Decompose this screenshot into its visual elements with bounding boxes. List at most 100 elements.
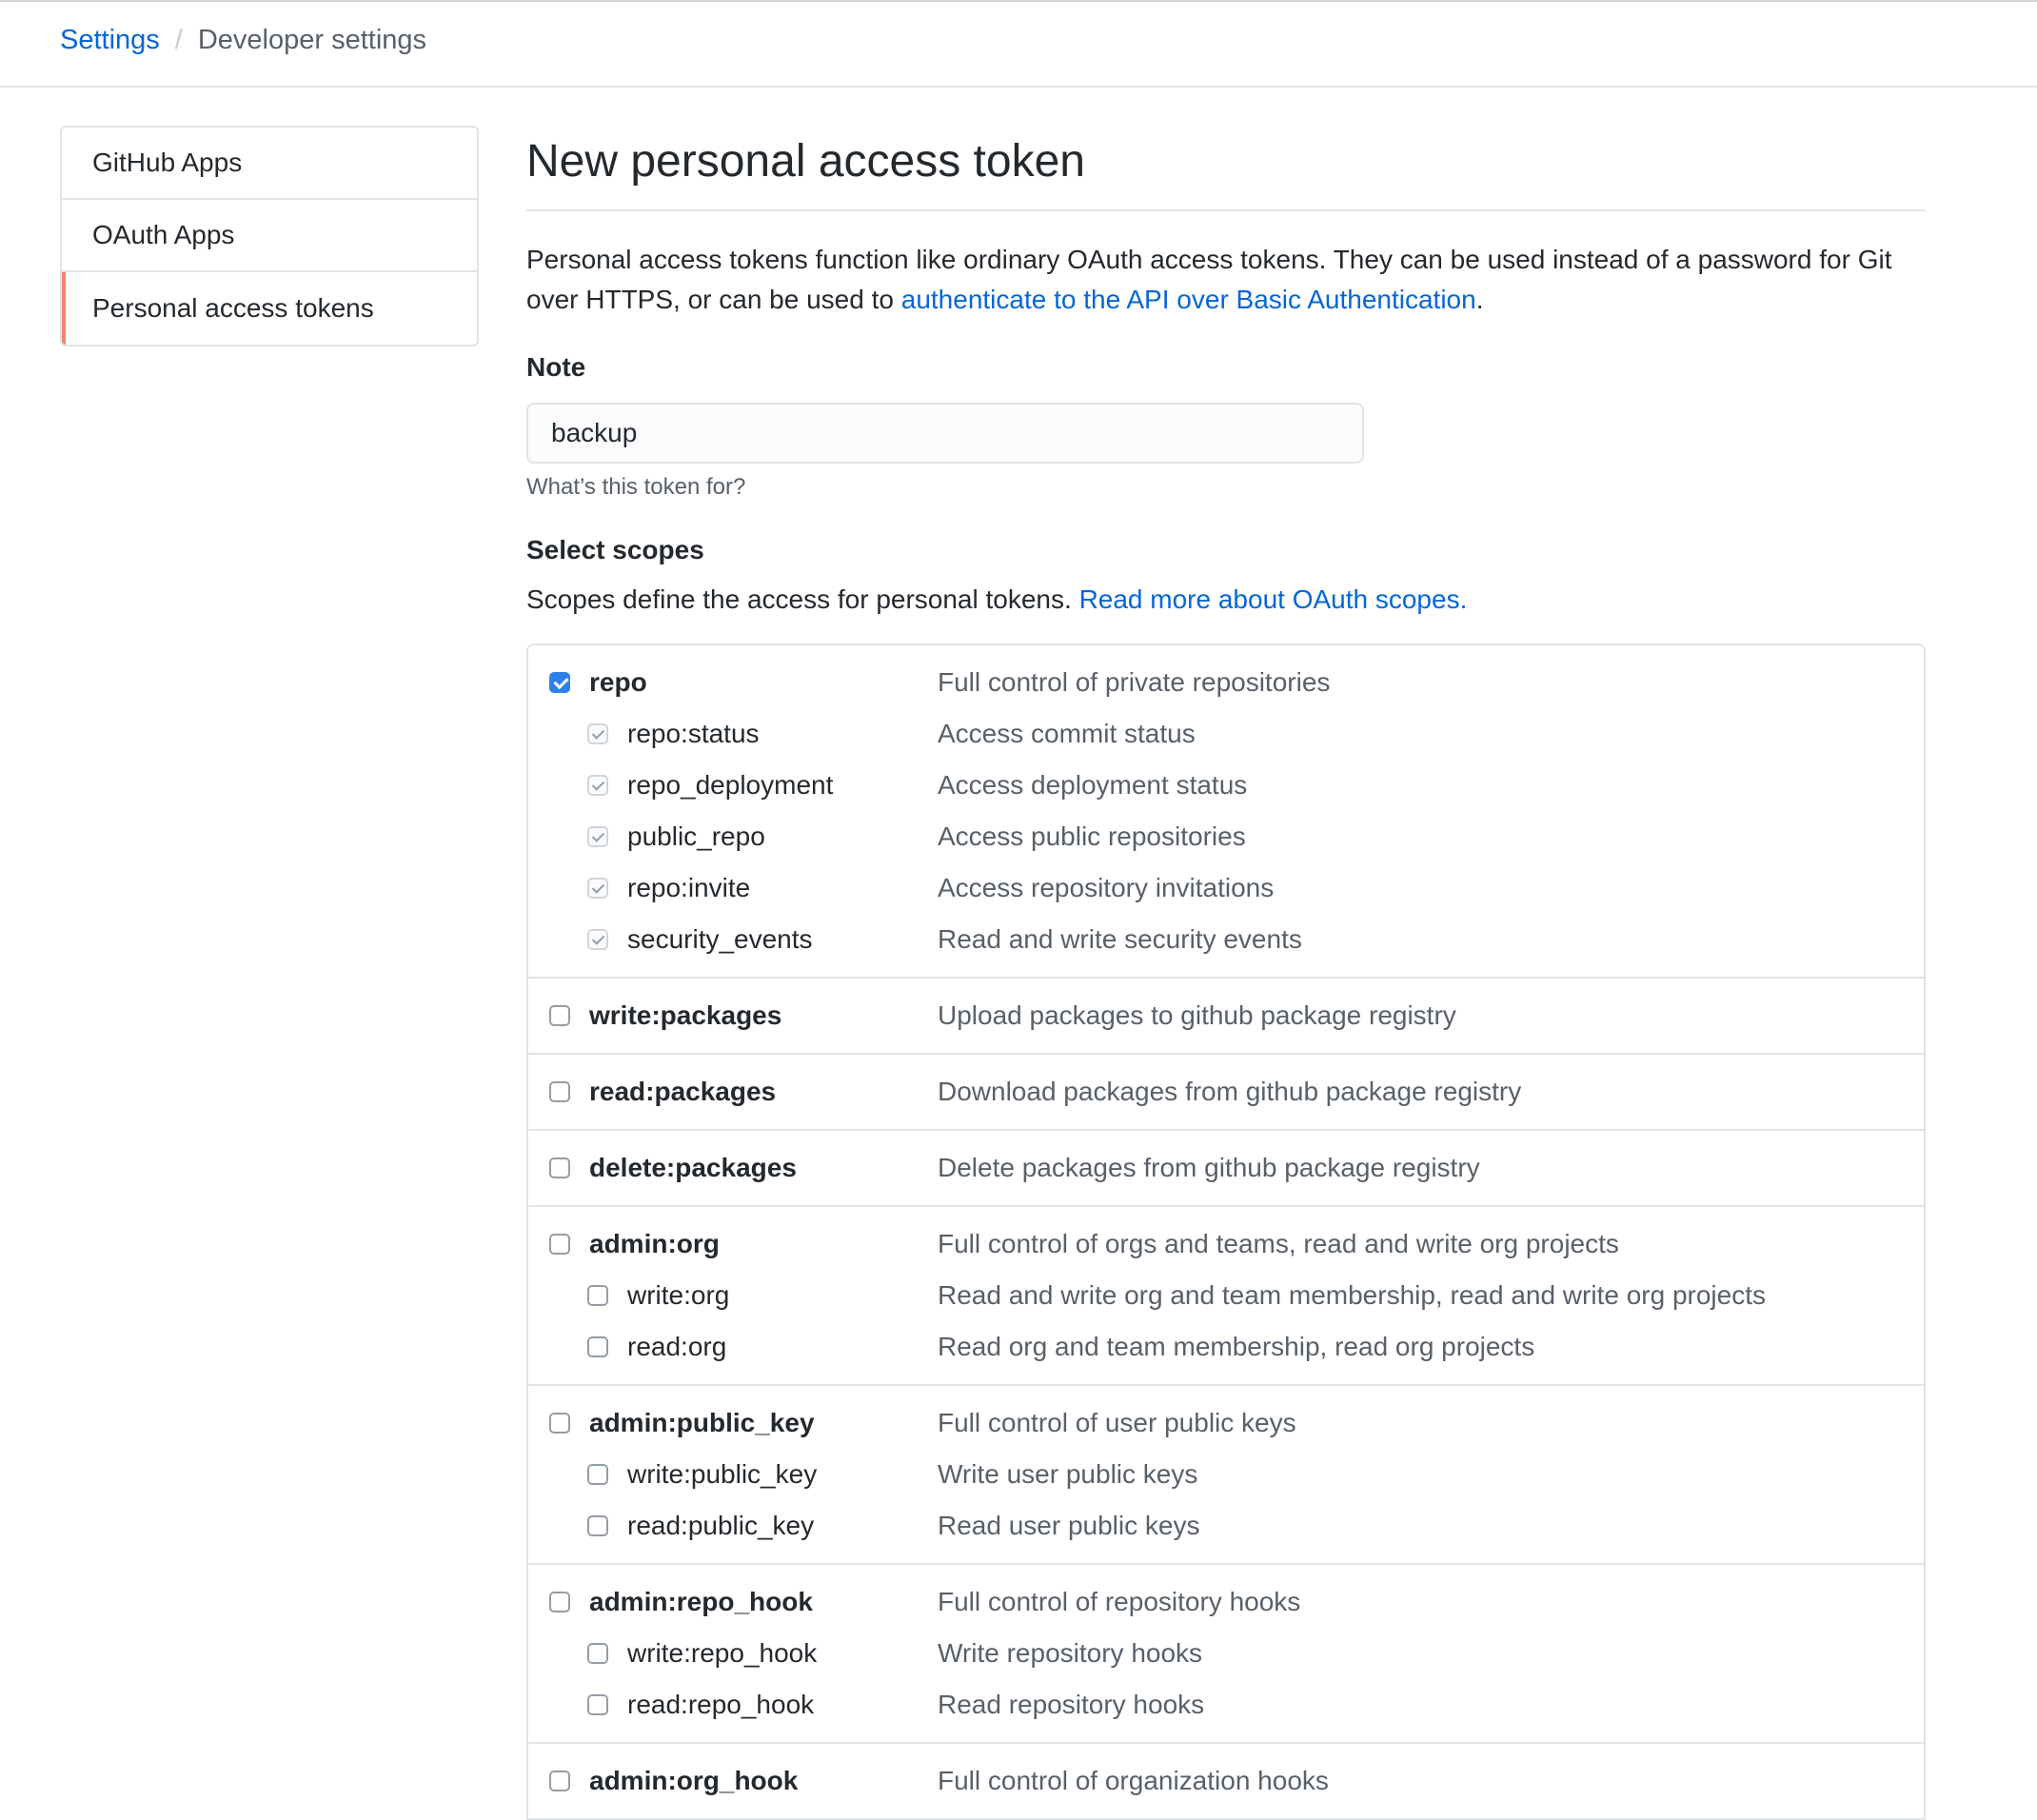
scope-name: read:repo_hook bbox=[627, 1690, 815, 1719]
scope-description: Full control of user public keys bbox=[938, 1408, 1296, 1437]
scope-checkbox[interactable] bbox=[587, 929, 608, 950]
scope-row: repo Full control of private repositories bbox=[528, 657, 1924, 708]
sidebar-item-label: OAuth Apps bbox=[92, 220, 235, 249]
scope-row: read:public_key Read user public keys bbox=[528, 1500, 1924, 1552]
scope-description: Upload packages to github package regist… bbox=[938, 1000, 1456, 1030]
scope-row: admin:org_hook Full control of organizati… bbox=[528, 1755, 1924, 1807]
scope-description: Write user public keys bbox=[938, 1459, 1198, 1489]
scope-row: admin:org Full control of orgs and teams,… bbox=[528, 1218, 1924, 1270]
sidebar-item-label: GitHub Apps bbox=[92, 148, 243, 177]
scope-row: read:repo_hook Read repository hooks bbox=[528, 1679, 1924, 1731]
scope-group: admin:public_key Full control of user pub… bbox=[528, 1386, 1924, 1565]
sidebar-item-oauth-apps[interactable]: OAuth Apps bbox=[62, 200, 477, 272]
scope-checkbox[interactable] bbox=[549, 1234, 570, 1255]
scope-row: write:org Read and write org and team mem… bbox=[528, 1270, 1924, 1321]
scope-checkbox[interactable] bbox=[587, 723, 608, 744]
breadcrumb: Settings / Developer settings bbox=[60, 19, 426, 61]
scope-description: Access repository invitations bbox=[938, 873, 1275, 902]
scope-name: repo_deployment bbox=[627, 770, 834, 800]
note-input[interactable] bbox=[526, 403, 1364, 464]
scope-checkbox[interactable] bbox=[549, 1005, 570, 1026]
breadcrumb-current: Developer settings bbox=[197, 25, 427, 55]
note-label: Note bbox=[526, 352, 586, 382]
scope-row: repo:invite Access repository invitations bbox=[528, 862, 1924, 914]
scope-group: admin:org_hook Full control of organizati… bbox=[528, 1744, 1924, 1820]
scope-checkbox[interactable] bbox=[549, 1771, 570, 1791]
page-title: New personal access token bbox=[526, 124, 1926, 211]
sidebar-menu: GitHub Apps OAuth Apps Personal access t… bbox=[60, 126, 479, 346]
scope-description: Read and write org and team membership, … bbox=[938, 1280, 1766, 1310]
scope-checkbox[interactable] bbox=[587, 1336, 608, 1357]
basic-auth-link[interactable]: authenticate to the API over Basic Authe… bbox=[901, 285, 1476, 314]
scope-name: repo:status bbox=[627, 719, 760, 748]
note-help-text: What’s this token for? bbox=[526, 474, 746, 500]
scope-row: repo:status Access commit status bbox=[528, 708, 1924, 760]
sidebar-item-github-apps[interactable]: GitHub Apps bbox=[62, 128, 477, 200]
scope-checkbox[interactable] bbox=[587, 878, 608, 899]
scope-name: delete:packages bbox=[589, 1153, 797, 1182]
scope-row: read:packages Download packages from gith… bbox=[528, 1066, 1924, 1118]
scope-group: write:packages Upload packages to github … bbox=[528, 979, 1924, 1055]
scope-group: admin:org Full control of orgs and teams,… bbox=[528, 1207, 1924, 1386]
scope-row: security_events Read and write security e… bbox=[528, 914, 1924, 965]
scope-group: delete:packages Delete packages from gith… bbox=[528, 1131, 1924, 1207]
scope-description: Download packages from github package re… bbox=[938, 1077, 1522, 1106]
scope-row: public_repo Access public repositories bbox=[528, 811, 1924, 862]
scope-description: Access public repositories bbox=[938, 821, 1246, 851]
scope-description: Full control of repository hooks bbox=[938, 1587, 1301, 1616]
intro-paragraph: Personal access tokens function like ord… bbox=[526, 240, 1926, 320]
scope-row: write:packages Upload packages to github … bbox=[528, 990, 1924, 1041]
scope-name: write:packages bbox=[589, 1000, 782, 1030]
scope-row: admin:repo_hook Full control of repositor… bbox=[528, 1576, 1924, 1628]
scope-name: write:org bbox=[627, 1280, 730, 1310]
scope-checkbox[interactable] bbox=[549, 1157, 570, 1178]
scope-name: write:public_key bbox=[627, 1459, 818, 1489]
scope-name: read:public_key bbox=[627, 1511, 815, 1540]
scope-description: Full control of organization hooks bbox=[938, 1766, 1329, 1795]
scope-checkbox[interactable] bbox=[549, 1081, 570, 1102]
scope-checkbox[interactable] bbox=[587, 1515, 608, 1536]
scope-name: security_events bbox=[627, 924, 813, 954]
scope-description: Delete packages from github package regi… bbox=[938, 1153, 1480, 1182]
scope-description: Read user public keys bbox=[938, 1511, 1200, 1540]
scopes-text: Scopes define the access for personal to… bbox=[526, 584, 1079, 614]
scope-name: repo bbox=[589, 667, 647, 697]
scope-group: admin:repo_hook Full control of repositor… bbox=[528, 1565, 1924, 1744]
scope-checkbox[interactable] bbox=[587, 826, 608, 847]
breadcrumb-settings-link[interactable]: Settings bbox=[60, 19, 160, 61]
scope-group: repo Full control of private repositories… bbox=[528, 645, 1924, 979]
scope-row: read:org Read org and team membership, re… bbox=[528, 1321, 1924, 1373]
scope-checkbox[interactable] bbox=[549, 672, 570, 693]
scope-name: public_repo bbox=[627, 821, 765, 851]
scope-checkbox[interactable] bbox=[587, 1464, 608, 1485]
select-scopes-label: Select scopes bbox=[526, 535, 704, 564]
scope-description: Full control of private repositories bbox=[938, 667, 1331, 697]
scope-checkbox[interactable] bbox=[549, 1592, 570, 1612]
sidebar-item-personal-access-tokens[interactable]: Personal access tokens bbox=[62, 272, 477, 345]
scope-name: write:repo_hook bbox=[627, 1638, 818, 1668]
scope-description: Read repository hooks bbox=[938, 1690, 1205, 1719]
scope-description: Read and write security events bbox=[938, 924, 1302, 954]
scope-name: admin:public_key bbox=[589, 1408, 815, 1437]
scope-checkbox[interactable] bbox=[587, 1643, 608, 1664]
scope-checkbox[interactable] bbox=[587, 1285, 608, 1306]
scope-checkbox[interactable] bbox=[587, 1694, 608, 1715]
scope-name: admin:org_hook bbox=[589, 1766, 799, 1795]
scope-description: Access deployment status bbox=[938, 770, 1248, 800]
scope-row: admin:public_key Full control of user pub… bbox=[528, 1397, 1924, 1449]
scope-checkbox[interactable] bbox=[587, 775, 608, 796]
scope-name: read:org bbox=[627, 1332, 727, 1361]
scope-description: Access commit status bbox=[938, 719, 1196, 748]
scope-name: read:packages bbox=[589, 1077, 777, 1106]
breadcrumb-separator: / bbox=[174, 25, 183, 55]
scope-row: delete:packages Delete packages from gith… bbox=[528, 1142, 1924, 1194]
scope-row: write:repo_hook Write repository hooks bbox=[528, 1628, 1924, 1679]
intro-end: . bbox=[1475, 285, 1484, 314]
scopes-description: Scopes define the access for personal to… bbox=[526, 584, 1467, 615]
scope-name: admin:org bbox=[589, 1229, 720, 1258]
scope-checkbox[interactable] bbox=[549, 1413, 570, 1434]
sidebar-item-label: Personal access tokens bbox=[92, 293, 374, 323]
scopes-list: repo Full control of private repositories… bbox=[526, 643, 1926, 1820]
scope-name: repo:invite bbox=[627, 873, 751, 902]
oauth-scopes-link[interactable]: Read more about OAuth scopes. bbox=[1079, 584, 1468, 614]
